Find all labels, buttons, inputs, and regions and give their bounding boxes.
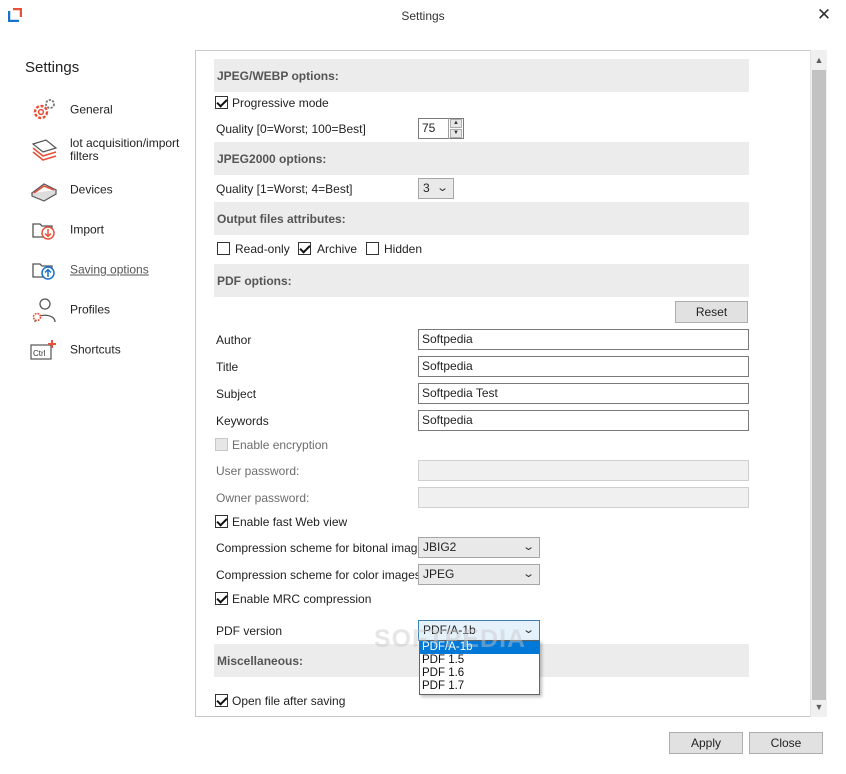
hidden-checkbox[interactable]: [366, 242, 379, 255]
hidden-label: Hidden: [384, 242, 423, 256]
owner-password-field[interactable]: [418, 487, 749, 508]
sidebar-item-label: Profiles: [70, 302, 111, 317]
keywords-label: Keywords: [216, 414, 269, 428]
vertical-scrollbar[interactable]: ▲ ▼: [810, 50, 827, 717]
close-button[interactable]: Close: [749, 732, 823, 754]
scrollbar-thumb[interactable]: [812, 70, 826, 700]
reset-button[interactable]: Reset: [675, 301, 748, 323]
enable-encryption-checkbox[interactable]: [215, 438, 228, 451]
chevron-down-icon: ⌄: [521, 541, 535, 553]
ctrl-key-icon: Ctrl: [30, 340, 56, 360]
section-title: JPEG2000 options:: [217, 152, 327, 166]
spin-down-icon[interactable]: ▼: [450, 129, 462, 138]
progressive-mode-checkbox[interactable]: [215, 96, 228, 109]
sidebar-item-profiles[interactable]: Profiles: [28, 294, 188, 326]
archive-label: Archive: [317, 242, 358, 256]
mrc-compression-checkbox[interactable]: [215, 592, 228, 605]
scroll-down-icon[interactable]: ▼: [811, 698, 827, 716]
close-icon[interactable]: ✕: [816, 6, 832, 24]
readonly-label: Read-only: [235, 242, 290, 256]
jpeg2000-quality-label: Quality [1=Worst; 4=Best]: [216, 182, 353, 196]
subject-input[interactable]: Softpedia Test: [418, 383, 749, 404]
dropdown-option[interactable]: PDF 1.5: [420, 654, 539, 667]
sidebar: Settings General lot acquisition/import …: [0, 32, 196, 722]
sidebar-item-filters[interactable]: lot acquisition/import filters: [28, 134, 188, 166]
open-after-saving-label: Open file after saving: [232, 694, 346, 708]
owner-password-label: Owner password:: [216, 491, 310, 505]
section-header-pdf: PDF options:: [214, 264, 749, 297]
enable-encryption-label: Enable encryption: [232, 438, 329, 452]
title-bar: Settings ✕: [0, 0, 846, 32]
bitonal-compression-label: Compression scheme for bitonal images:: [216, 541, 434, 555]
sidebar-item-label: Shortcuts: [70, 342, 121, 357]
sidebar-item-label: General: [70, 102, 113, 117]
section-title: Miscellaneous:: [217, 654, 304, 668]
keywords-input[interactable]: Softpedia: [418, 410, 749, 431]
mrc-compression-label: Enable MRC compression: [232, 592, 372, 606]
section-title: PDF options:: [217, 274, 292, 288]
author-label: Author: [216, 333, 252, 347]
sidebar-title: Settings: [25, 59, 80, 76]
jpeg2000-quality-select[interactable]: 3 ⌄: [418, 178, 454, 199]
stacked-papers-icon: [31, 139, 58, 161]
progressive-mode-label: Progressive mode: [232, 96, 329, 110]
user-password-label: User password:: [216, 464, 300, 478]
archive-checkbox[interactable]: [298, 242, 311, 255]
folder-import-icon: [32, 223, 55, 240]
title-input[interactable]: Softpedia: [418, 356, 749, 377]
fast-web-view-checkbox[interactable]: [215, 515, 228, 528]
sidebar-item-label: Saving options: [70, 262, 149, 277]
fast-web-view-label: Enable fast Web view: [232, 515, 348, 529]
sidebar-item-shortcuts[interactable]: Ctrl Shortcuts: [28, 334, 188, 366]
scanner-icon: [30, 183, 58, 202]
dropdown-option[interactable]: PDF 1.7: [420, 680, 539, 693]
window-title: Settings: [401, 9, 445, 23]
section-header-attributes: Output files attributes:: [214, 202, 749, 235]
folder-save-icon: [32, 263, 55, 280]
section-title: Output files attributes:: [217, 212, 346, 226]
open-after-saving-checkbox[interactable]: [215, 694, 228, 707]
scroll-up-icon[interactable]: ▲: [811, 51, 827, 69]
section-header-jpeg: JPEG/WEBP options:: [214, 59, 749, 92]
user-password-field[interactable]: [418, 460, 749, 481]
readonly-checkbox[interactable]: [217, 242, 230, 255]
sidebar-item-devices[interactable]: Devices: [28, 174, 188, 206]
sidebar-item-saving-options[interactable]: Saving options: [28, 254, 188, 286]
section-title: JPEG/WEBP options:: [217, 69, 339, 83]
color-compression-select[interactable]: JPEG ⌄: [418, 564, 540, 585]
subject-label: Subject: [216, 387, 257, 401]
jpeg-quality-spinner[interactable]: ▲ ▼: [448, 118, 463, 139]
title-label: Title: [216, 360, 239, 374]
sidebar-item-label: Import: [70, 222, 105, 237]
chevron-down-icon: ⌄: [521, 568, 535, 580]
select-value: 3: [423, 181, 430, 195]
gears-icon: [33, 99, 55, 120]
svg-text:Ctrl: Ctrl: [33, 349, 46, 358]
jpeg-quality-label: Quality [0=Worst; 100=Best]: [216, 122, 366, 136]
author-input[interactable]: Softpedia: [418, 329, 749, 350]
sidebar-item-label: lot acquisition/import filters: [70, 136, 180, 163]
sidebar-item-import[interactable]: Import: [28, 214, 188, 246]
bitonal-compression-select[interactable]: JBIG2 ⌄: [418, 537, 540, 558]
watermark: SOFTPEDIA: [374, 625, 527, 653]
apply-button[interactable]: Apply: [669, 732, 743, 754]
pdf-version-label: PDF version: [216, 624, 283, 638]
spin-up-icon[interactable]: ▲: [450, 119, 462, 128]
user-profile-icon: [32, 298, 56, 323]
color-compression-label: Compression scheme for color images:: [216, 568, 425, 582]
select-value: JBIG2: [423, 540, 457, 554]
chevron-down-icon: ⌄: [435, 182, 449, 194]
sidebar-item-general[interactable]: General: [28, 94, 188, 126]
select-value: JPEG: [423, 567, 455, 581]
dropdown-option[interactable]: PDF 1.6: [420, 667, 539, 680]
section-header-jpeg2000: JPEG2000 options:: [214, 142, 749, 175]
sidebar-item-label: Devices: [70, 182, 113, 197]
